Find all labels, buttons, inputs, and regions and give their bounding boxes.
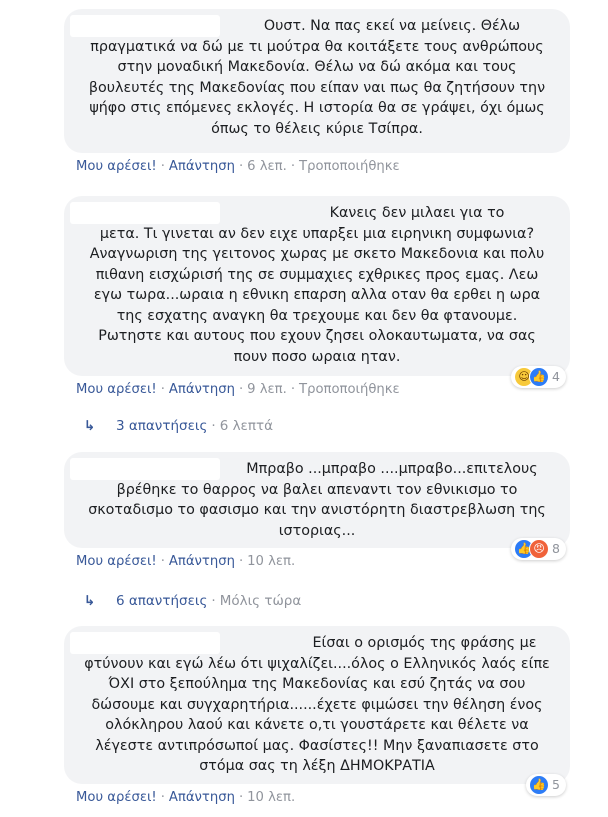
like-link[interactable]: Μου αρέσει! [76,554,157,569]
angry-icon: 😠 [529,539,550,559]
reply-link[interactable]: Απάντηση [169,554,235,569]
comment-4: Είσαι ο ορισμός της φράσης με φτύνουν κα… [64,626,570,805]
separator: · [238,554,244,569]
redacted-author-name [70,15,220,37]
reactions-summary[interactable]: 👍 5 [526,774,566,796]
reaction-count: 4 [552,368,560,384]
like-link[interactable]: Μου αρέσει! [76,790,157,805]
separator: · [211,593,216,609]
comment-line: πουν ποσο ωραια ηταν. [233,348,401,365]
comment-line: της εσχατης αναγκη θα τρεχουμε και δεν θ… [116,307,518,324]
replies-count[interactable]: 6 απαντήσεις [116,593,207,609]
reaction-count: 5 [552,776,560,792]
comment-line: βουλευτές της Μακεδονίας που είπαν ναι π… [88,79,546,96]
comment-line: δώσουμε και συγχαρητήρια......έχετε φιμώ… [91,696,543,713]
view-replies-link[interactable]: ↳ 6 απαντήσεις · Μόλις τώρα [84,593,301,609]
timestamp[interactable]: 9 λεπ. [247,382,287,397]
reply-link[interactable]: Απάντηση [169,382,235,397]
separator: · [238,790,244,805]
comment-line: ψήφο στις επόμενες εκλογές. Η ιστορία θα… [89,100,545,116]
reactions-summary[interactable]: ☺ 👍 4 [511,366,566,388]
like-link[interactable]: Μου αρέσει! [76,159,157,174]
like-icon: 👍 [529,775,550,795]
comment-line: μετα. Τι γινεται αν δεν ειχε υπαρξει μια… [99,225,535,242]
edited-label[interactable]: Τροποποιήθηκε [299,382,400,397]
separator: · [160,382,165,397]
redacted-author-name [70,632,220,654]
separator: · [290,159,296,174]
comment-line: Αναγνωριση της γειτονος χωρας με σκετο Μ… [89,246,545,262]
redacted-author-name [70,458,220,480]
reaction-count: 8 [552,540,560,556]
comment-line: σκοταδισμο το φασισμο και την ανιστόρητη… [88,502,546,518]
comment-line: λέγεστε αντιπρόσωποί μας. Φασίστες!! Μην… [95,737,539,754]
comment-actions: Μου αρέσει! · Απάντηση · 6 λεπ. · Τροποποιήθηκ… [64,159,570,174]
comment-line: πιθανη εισχώρισή της σε συμμαχιες εχθρικ… [95,266,539,283]
comment-bubble: Ουστ. Να πας εκεί να μείνεις. Θέλω πραγμ… [64,9,570,153]
timestamp[interactable]: 10 λεπ. [247,790,295,805]
comment-bubble: Κανεις δεν μιλαει για το μετα. Τι γινετα… [64,196,570,388]
comment-line: όπως το θέλεις κύριε Τσίπρα. [211,120,423,137]
like-link[interactable]: Μου αρέσει! [76,382,157,397]
view-replies-link[interactable]: ↳ 3 απαντήσεις · 6 λεπτά [84,418,273,434]
comment-text: Είσαι ο ορισμός της φράσης με φτύνουν κα… [76,633,558,777]
comment-actions: Μου αρέσει! · Απάντηση · 9 λεπ. · Τροποποιήθηκ… [64,382,570,397]
comment-line: ιστοριας... [278,522,356,539]
separator: · [290,382,296,397]
comment-line: εγω τωρα...ωραια η εθνικη επαρση αλλα οτ… [93,287,541,303]
reply-link[interactable]: Απάντηση [169,159,235,174]
comment-bubble: Μπραβο ...μπραβο ....μπραβο...επιτελους … [64,452,570,560]
reply-arrow-icon: ↳ [84,593,96,609]
separator: · [238,159,244,174]
reply-arrow-icon: ↳ [84,418,96,434]
separator: · [160,790,165,805]
redacted-author-name [70,202,220,224]
comment-3: Μπραβο ...μπραβο ....μπραβο...επιτελους … [64,452,570,569]
edited-label[interactable]: Τροποποιήθηκε [299,159,400,174]
reactions-summary[interactable]: 👍 😠 8 [511,538,566,560]
comment-line: πραγματικά να δώ με τι μούτρα θα κοιτάξε… [90,38,544,55]
comment-line: στην μοναδική Μακεδονία. Θέλω να δώ ακόμ… [117,59,517,75]
comment-text: Κανεις δεν μιλαει για το μετα. Τι γινετα… [76,203,558,367]
replies-count[interactable]: 3 απαντήσεις [116,418,207,434]
comment-line: ΌΧΙ στο ξεπούλημα της Μακεδονίας και εσύ… [108,676,526,692]
timestamp[interactable]: 10 λεπ. [247,554,295,569]
reply-link[interactable]: Απάντηση [169,790,235,805]
comment-line: ολόκληρου λαού και κάνετε ο,τι γουστάρετ… [105,717,529,733]
comment-line: στόμα σας τη λέξη ΔΗΜΟΚΡΑΤΙΑ [199,758,435,774]
comment-actions: Μου αρέσει! · Απάντηση · 10 λεπ. [64,554,570,569]
comment-line: φτύνουν και εγώ λέω ότι ψιχαλίζει....όλο… [84,655,550,672]
like-icon: 👍 [529,367,550,387]
separator: · [238,382,244,397]
replies-time: 6 λεπτά [219,418,274,434]
separator: · [160,554,165,569]
separator: · [160,159,165,174]
comment-line: Ρωτηστε και αυτους που εχουν ζησει ολοκα… [98,328,536,344]
separator: · [211,418,216,434]
timestamp[interactable]: 6 λεπ. [247,159,287,174]
comment-1: Ουστ. Να πας εκεί να μείνεις. Θέλω πραγμ… [64,9,570,174]
comment-2: Κανεις δεν μιλαει για το μετα. Τι γινετα… [64,196,570,397]
comment-line: βρέθηκε το θαρρος να βαλει απεναντι τον … [116,481,518,498]
comment-actions: Μου αρέσει! · Απάντηση · 10 λεπ. [64,790,570,805]
comment-bubble: Είσαι ο ορισμός της φράσης με φτύνουν κα… [64,626,570,796]
replies-time: Μόλις τώρα [219,593,302,609]
